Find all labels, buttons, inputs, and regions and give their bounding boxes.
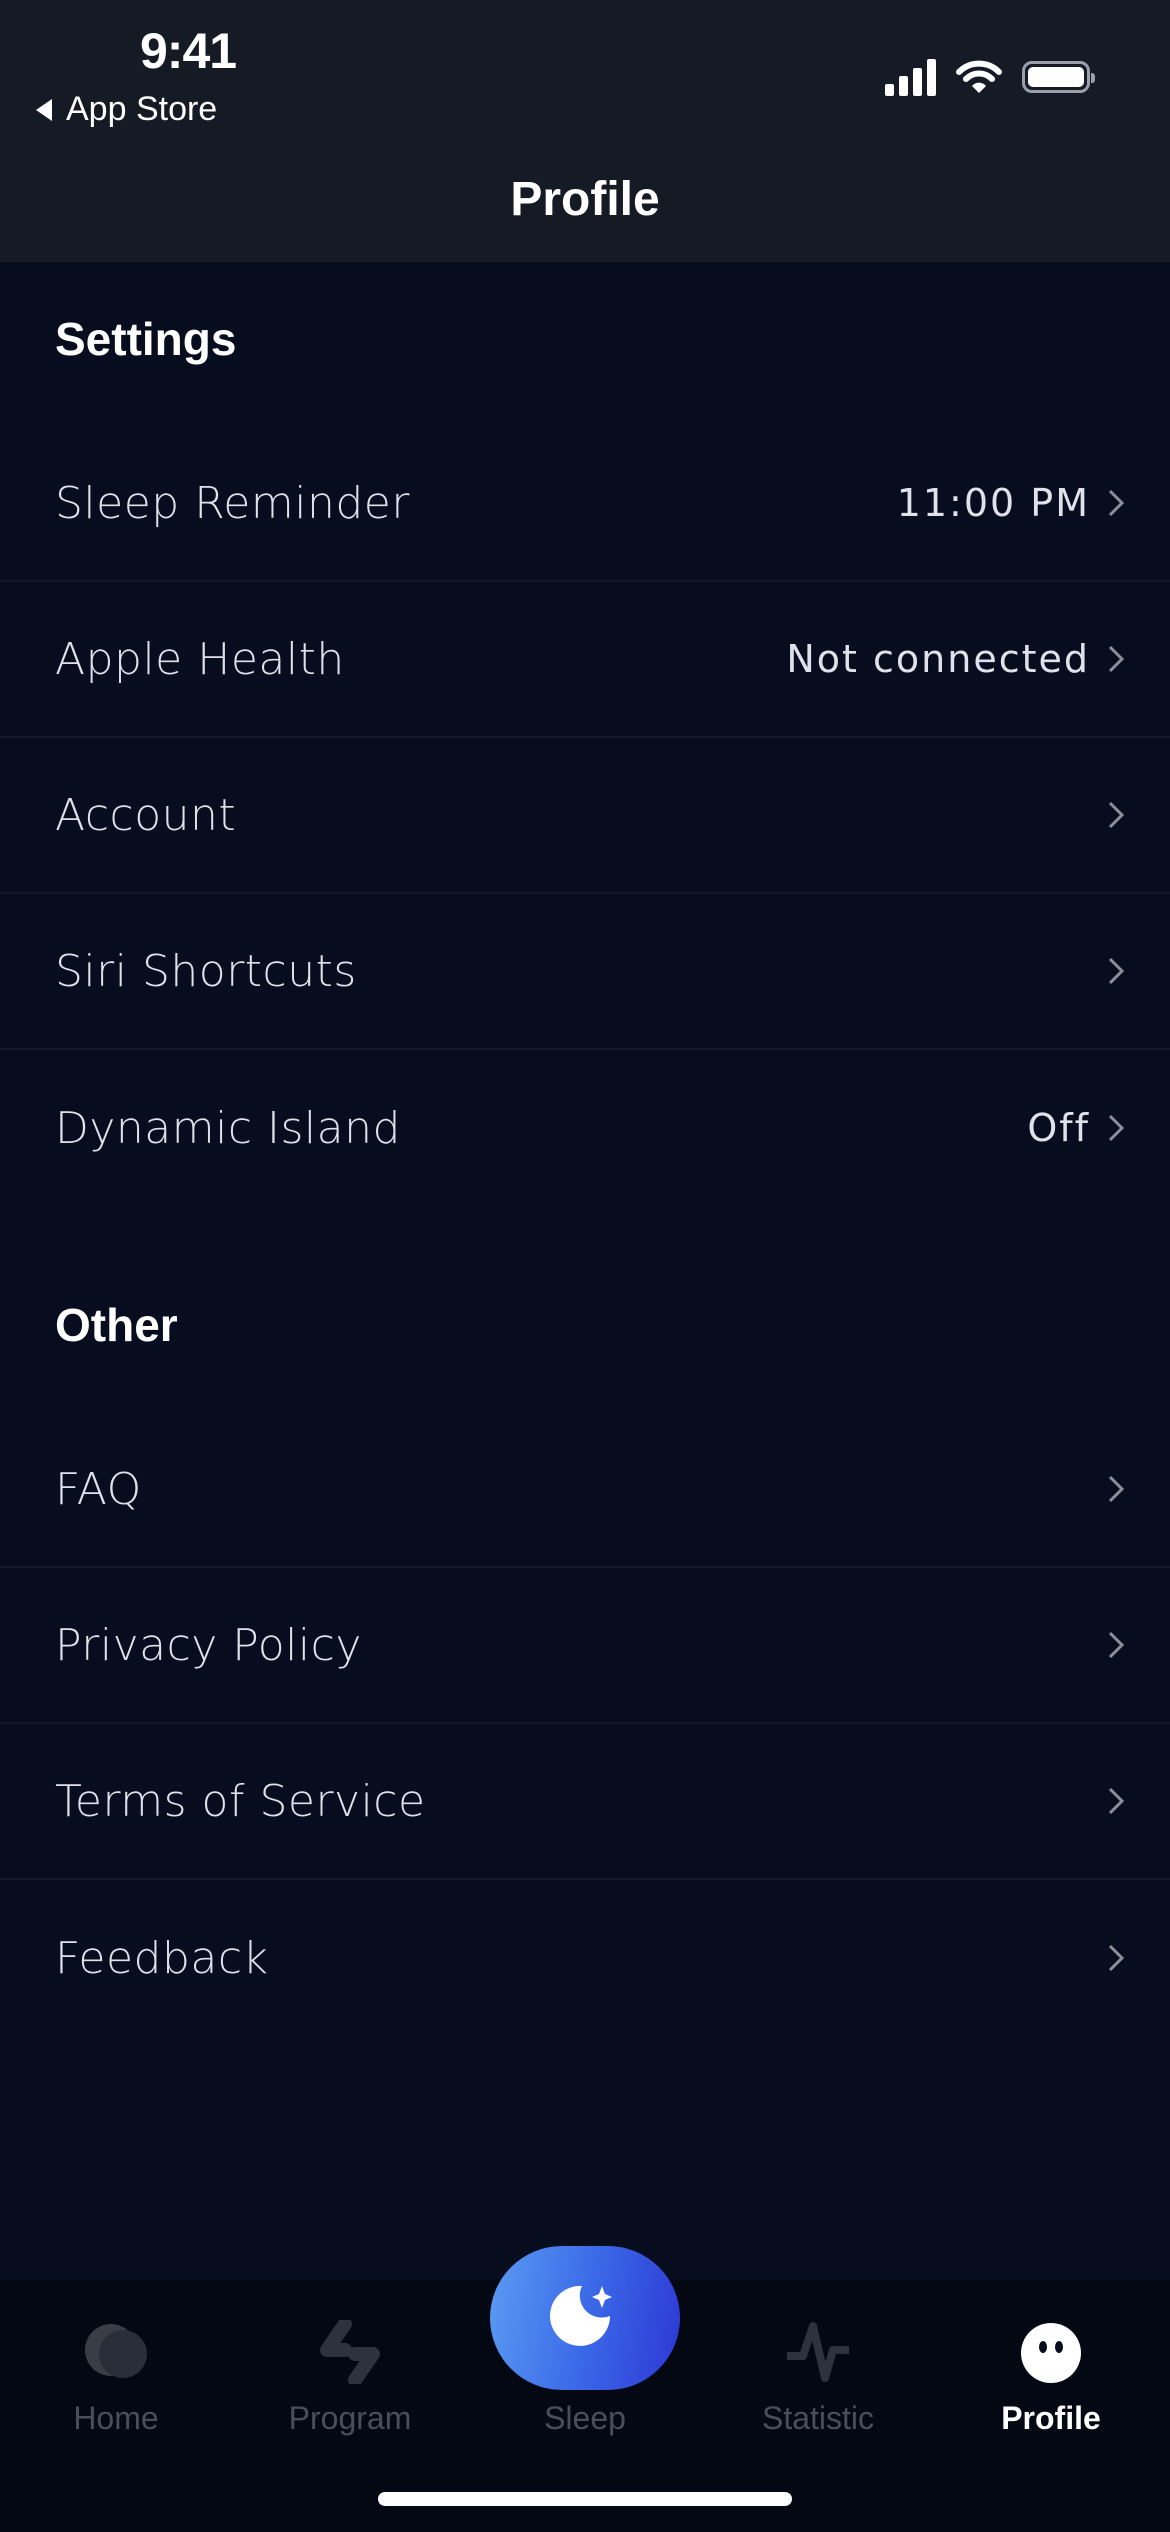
nav-header: 9:41 App Store Profile xyxy=(0,0,1170,262)
chevron-right-icon xyxy=(1108,957,1125,985)
chevron-right-icon xyxy=(1108,489,1125,517)
row-terms-of-service[interactable]: Terms of Service xyxy=(0,1724,1170,1880)
ghost-face-icon xyxy=(1021,2323,1081,2383)
row-label: Sleep Reminder xyxy=(55,477,410,529)
back-arrow-icon xyxy=(36,98,52,121)
status-time: 9:41 xyxy=(140,23,237,79)
tab-label: Statistic xyxy=(761,2400,875,2436)
wifi-icon xyxy=(956,60,1002,93)
chevron-right-icon xyxy=(1108,1631,1125,1659)
back-link-label: App Store xyxy=(66,90,218,128)
row-label: Feedback xyxy=(55,1932,269,1984)
status-icons xyxy=(885,58,1095,96)
chevron-right-icon xyxy=(1108,1114,1125,1142)
row-label: Apple Health xyxy=(55,633,345,685)
pulse-icon xyxy=(787,2322,849,2382)
chevron-right-icon xyxy=(1108,1944,1125,1972)
tab-label: Home xyxy=(73,2400,159,2436)
home-indicator xyxy=(378,2492,792,2506)
chevron-right-icon xyxy=(1108,645,1125,673)
chevron-right-icon xyxy=(1108,1475,1125,1503)
row-label: Terms of Service xyxy=(55,1775,426,1827)
battery-icon xyxy=(1022,61,1095,93)
program-bolt-icon xyxy=(320,2320,380,2384)
chevron-right-icon xyxy=(1108,1787,1125,1815)
home-blob-icon xyxy=(85,2324,147,2378)
tab-statistic[interactable]: Statistic xyxy=(718,2290,918,2450)
row-sleep-reminder[interactable]: Sleep Reminder 11:00 PM xyxy=(0,426,1170,582)
back-to-app-store-link[interactable]: App Store xyxy=(36,90,217,129)
row-label: FAQ xyxy=(55,1463,142,1515)
row-label: Privacy Policy xyxy=(55,1619,362,1671)
row-value: Off xyxy=(1027,1106,1090,1150)
row-siri-shortcuts[interactable]: Siri Shortcuts xyxy=(0,894,1170,1050)
tab-label: Profile xyxy=(1001,2400,1101,2436)
page-title: Profile xyxy=(510,173,660,226)
section-title-settings: Settings xyxy=(55,313,237,365)
row-value: Not connected xyxy=(786,637,1090,681)
section-title-other: Other xyxy=(55,1299,178,1351)
row-label: Account xyxy=(55,789,237,841)
tab-home[interactable]: Home xyxy=(16,2290,216,2450)
row-account[interactable]: Account xyxy=(0,738,1170,894)
row-label: Siri Shortcuts xyxy=(55,945,357,997)
row-value: 11:00 PM xyxy=(896,481,1090,525)
tab-sleep[interactable]: Sleep xyxy=(485,2290,685,2450)
tab-profile[interactable]: Profile xyxy=(951,2290,1151,2450)
cellular-signal-icon xyxy=(885,58,936,96)
row-dynamic-island[interactable]: Dynamic Island Off xyxy=(0,1050,1170,1206)
row-feedback[interactable]: Feedback xyxy=(0,1880,1170,2036)
tab-program[interactable]: Program xyxy=(250,2290,450,2450)
tab-label: Program xyxy=(288,2400,412,2436)
row-faq[interactable]: FAQ xyxy=(0,1412,1170,1568)
row-privacy-policy[interactable]: Privacy Policy xyxy=(0,1568,1170,1724)
row-label: Dynamic Island xyxy=(55,1102,401,1154)
row-apple-health[interactable]: Apple Health Not connected xyxy=(0,582,1170,738)
chevron-right-icon xyxy=(1108,801,1125,829)
tab-label: Sleep xyxy=(544,2400,626,2436)
